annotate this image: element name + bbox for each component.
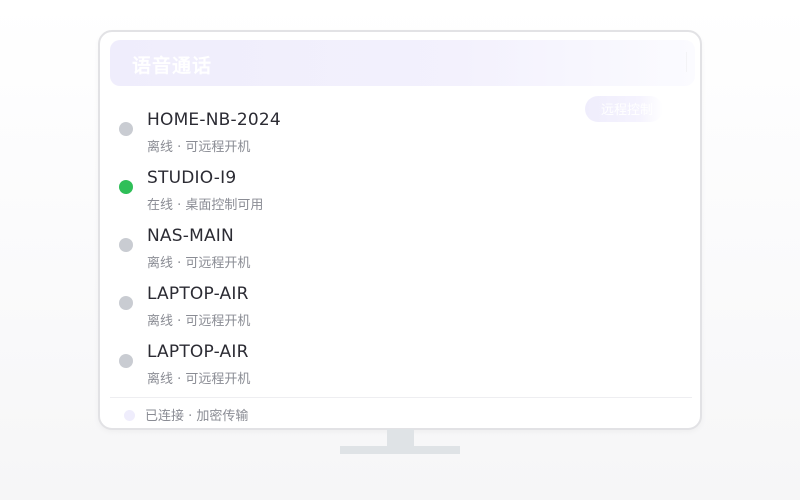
offline-status-dot-icon xyxy=(119,296,133,310)
device-status: 离线 · 可远程开机 xyxy=(147,140,251,155)
device-name: STUDIO-I9 xyxy=(147,168,237,188)
monitor-frame: 语音通话 HOME-NB-2024 离线 · 可远程开机 STUDIO-I9 在… xyxy=(98,30,702,430)
device-name: LAPTOP-AIR xyxy=(147,284,249,304)
device-status: 离线 · 可远程开机 xyxy=(147,372,251,387)
footer-divider xyxy=(110,397,692,398)
device-row[interactable]: STUDIO-I9 在线 · 桌面控制可用 xyxy=(100,168,700,220)
device-status: 在线 · 桌面控制可用 xyxy=(147,198,264,213)
device-status: 离线 · 可远程开机 xyxy=(147,314,251,329)
offline-status-dot-icon xyxy=(119,354,133,368)
online-status-dot-icon xyxy=(119,180,133,194)
connection-status-dot-icon xyxy=(124,410,135,421)
device-name: NAS-MAIN xyxy=(147,226,234,246)
title-bar: 语音通话 xyxy=(110,40,695,86)
monitor-stand-base xyxy=(340,446,460,454)
offline-status-dot-icon xyxy=(119,238,133,252)
offline-status-dot-icon xyxy=(119,122,133,136)
device-row[interactable]: LAPTOP-AIR 离线 · 可远程开机 xyxy=(100,342,700,394)
device-name: HOME-NB-2024 xyxy=(147,110,281,130)
device-status: 离线 · 可远程开机 xyxy=(147,256,251,271)
remote-control-button[interactable]: 远程控制 xyxy=(585,96,663,122)
window-title: 语音通话 xyxy=(132,55,213,77)
connection-status-text: 已连接 · 加密传输 xyxy=(145,409,249,424)
device-row[interactable]: LAPTOP-AIR 离线 · 可远程开机 xyxy=(100,284,700,336)
device-row[interactable]: NAS-MAIN 离线 · 可远程开机 xyxy=(100,226,700,278)
title-bar-divider xyxy=(686,52,687,72)
monitor-stand-neck xyxy=(387,429,414,447)
device-name: LAPTOP-AIR xyxy=(147,342,249,362)
